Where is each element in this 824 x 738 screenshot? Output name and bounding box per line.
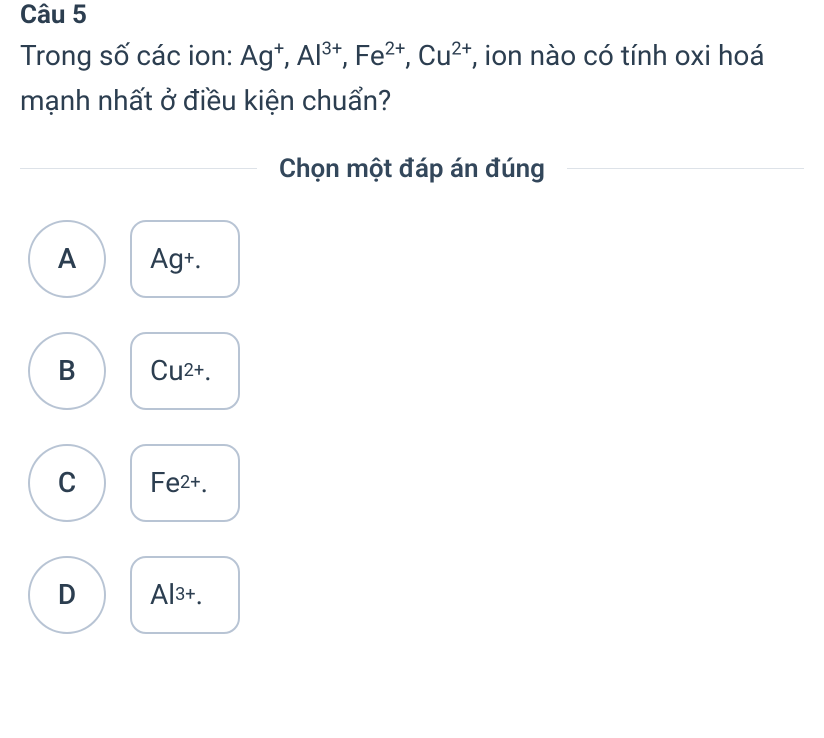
options-list: A Ag+. B Cu2+. C Fe2+. D Al3+. — [20, 220, 804, 634]
option-letter-a[interactable]: A — [28, 220, 106, 298]
option-c[interactable]: C Fe2+. — [28, 444, 804, 522]
option-label-c[interactable]: Fe2+. — [130, 444, 240, 522]
option-letter-b[interactable]: B — [28, 332, 106, 410]
option-d[interactable]: D Al3+. — [28, 556, 804, 634]
divider-left — [20, 168, 257, 169]
option-letter-d[interactable]: D — [28, 556, 106, 634]
divider-right — [567, 168, 804, 169]
question-number: Câu 5 — [20, 0, 804, 30]
option-label-b[interactable]: Cu2+. — [130, 332, 240, 410]
option-letter-c[interactable]: C — [28, 444, 106, 522]
question-text: Trong số các ion: Ag+, Al3+, Fe2+, Cu2+,… — [20, 34, 804, 124]
option-b[interactable]: B Cu2+. — [28, 332, 804, 410]
option-a[interactable]: A Ag+. — [28, 220, 804, 298]
instruction-divider: Chọn một đáp án đúng — [20, 154, 804, 184]
instruction-text: Chọn một đáp án đúng — [257, 154, 567, 184]
option-label-a[interactable]: Ag+. — [130, 220, 240, 298]
option-label-d[interactable]: Al3+. — [130, 556, 240, 634]
